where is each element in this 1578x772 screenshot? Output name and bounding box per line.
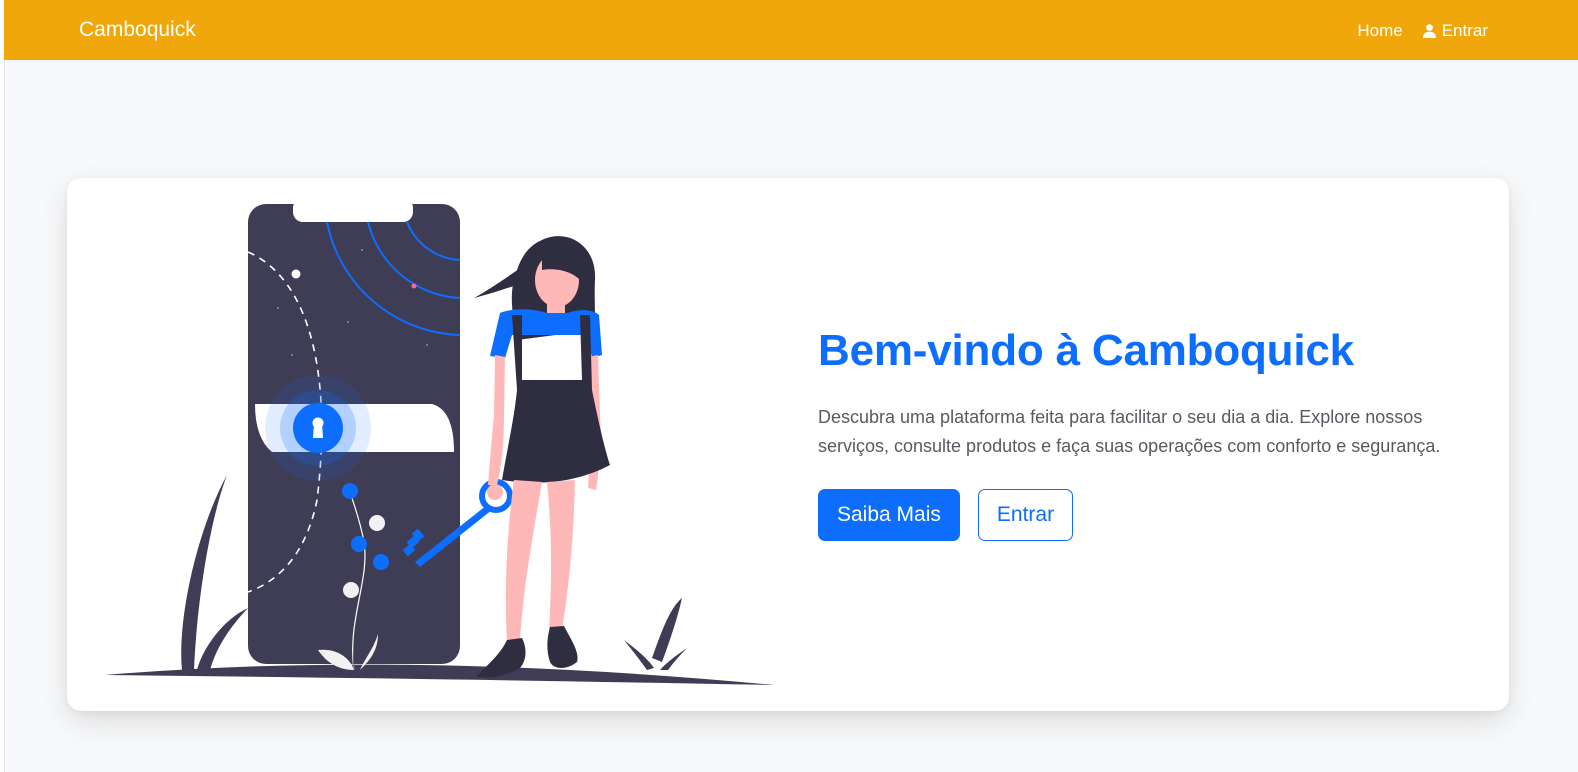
user-icon [1422,24,1436,38]
hero-buttons: Saiba Mais Entrar [818,489,1458,541]
brand-logo-link[interactable]: Camboquick [79,17,196,43]
login-button[interactable]: Entrar [977,489,1074,541]
top-navbar: Camboquick Home Entrar [4,0,1578,60]
learn-more-button[interactable]: Saiba Mais [818,489,960,541]
hero-text: Bem-vindo à Camboquick Descubra uma plat… [818,323,1458,541]
nav-home-link[interactable]: Home [1357,20,1402,42]
nav-login-link[interactable]: Entrar [1422,20,1488,42]
plant-right-icon [652,598,682,662]
hero-title: Bem-vindo à Camboquick [818,326,1354,375]
person-illustration [474,236,610,678]
security-illustration [105,200,774,685]
nav-links: Home Entrar [1357,20,1488,42]
nav-login-label: Entrar [1441,21,1488,40]
hero-description: Descubra uma plataforma feita para facil… [818,407,1441,456]
hero-card: Bem-vindo à Camboquick Descubra uma plat… [67,178,1509,711]
nav-home-label: Home [1357,21,1403,40]
